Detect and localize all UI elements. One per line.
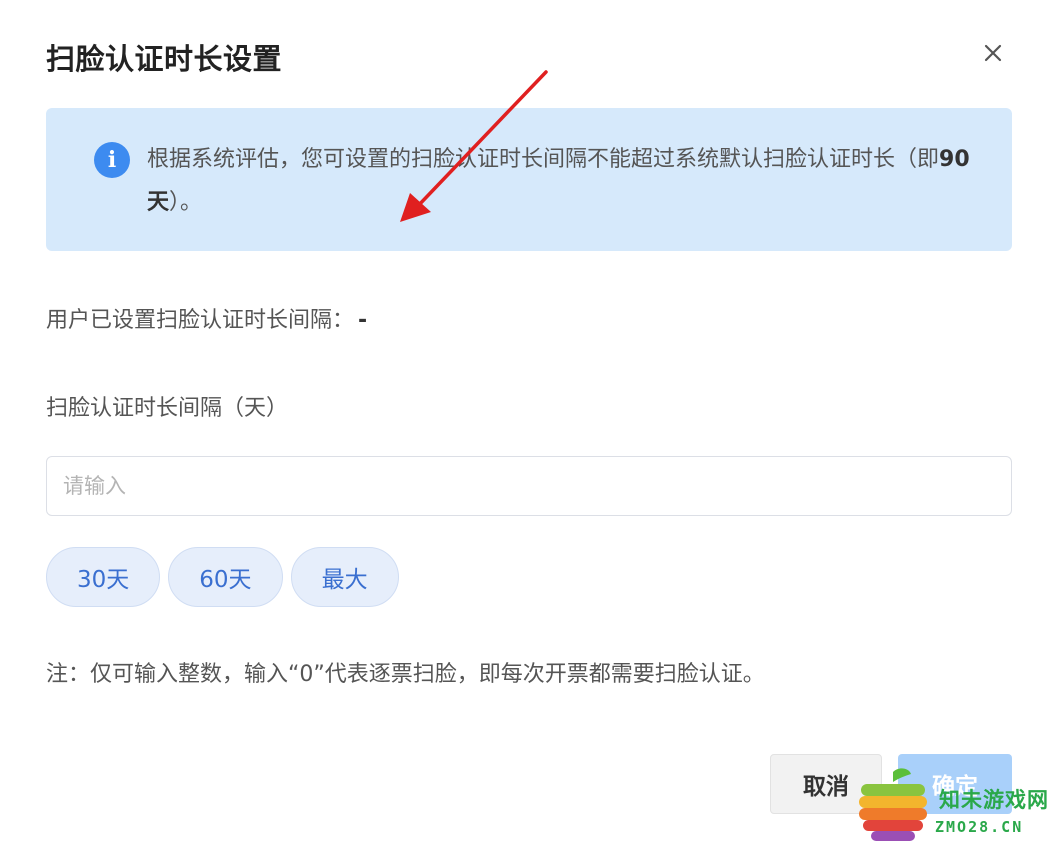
close-icon	[983, 43, 1003, 67]
preset-60-days-button[interactable]: 60天	[168, 547, 283, 607]
watermark-url: ZMO28.CN	[935, 818, 1024, 836]
current-interval-label: 用户已设置扫脸认证时长间隔：	[46, 308, 355, 333]
close-button[interactable]	[978, 40, 1008, 70]
alert-text-before: 根据系统评估，您可设置的扫脸认证时长间隔不能超过系统默认扫脸认证时长（即	[147, 147, 940, 172]
apple-logo-icon	[859, 768, 927, 841]
preset-chips: 30天 60天 最大	[46, 547, 399, 607]
watermark-text: 知未游戏网	[939, 788, 1049, 812]
dialog-title: 扫脸认证时长设置	[46, 42, 283, 76]
face-auth-duration-dialog: 扫脸认证时长设置 i 根据系统评估，您可设置的扫脸认证时长间隔不能超过系统默认扫…	[0, 0, 1056, 852]
info-icon: i	[94, 142, 130, 178]
input-note: 注：仅可输入整数，输入“0”代表逐票扫脸，即每次开票都需要扫脸认证。	[46, 662, 765, 687]
alert-text-after: ）。	[169, 190, 203, 215]
interval-input[interactable]	[46, 456, 1012, 516]
current-interval-value: -	[358, 308, 368, 333]
site-watermark: 知未游戏网 ZMO28.CN	[855, 762, 1055, 850]
current-interval: 用户已设置扫脸认证时长间隔： -	[46, 302, 367, 334]
preset-max-button[interactable]: 最大	[290, 547, 399, 607]
info-alert: i 根据系统评估，您可设置的扫脸认证时长间隔不能超过系统默认扫脸认证时长（即90…	[46, 108, 1012, 251]
alert-message: 根据系统评估，您可设置的扫脸认证时长间隔不能超过系统默认扫脸认证时长（即90天）…	[147, 138, 987, 224]
preset-30-days-button[interactable]: 30天	[46, 547, 161, 607]
interval-field-label: 扫脸认证时长间隔（天）	[46, 396, 289, 421]
